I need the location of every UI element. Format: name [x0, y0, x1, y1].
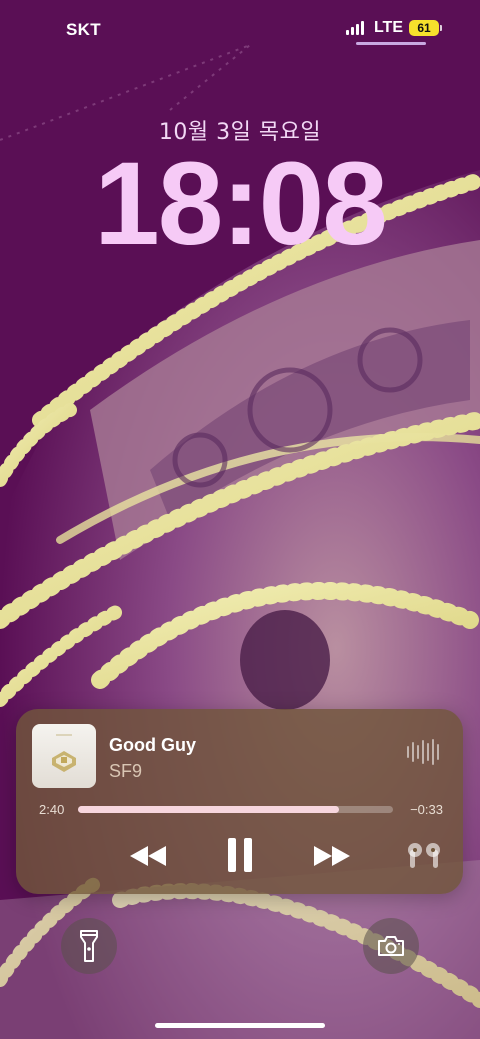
- fast-forward-icon: [314, 846, 350, 866]
- rewind-button[interactable]: [126, 841, 170, 871]
- pause-button[interactable]: [220, 835, 260, 875]
- now-playing-widget[interactable]: Good Guy SF9 2:40 −0:33: [16, 709, 463, 894]
- fast-forward-button[interactable]: [310, 841, 354, 871]
- playback-progress: [78, 806, 340, 813]
- status-bar: SKT LTE 61: [0, 0, 480, 60]
- carrier-name: SKT: [66, 20, 101, 39]
- lock-time: 18:08: [94, 138, 388, 270]
- pause-icon: [228, 838, 252, 872]
- home-indicator[interactable]: [155, 1023, 325, 1028]
- elapsed-time: 2:40: [39, 802, 65, 817]
- playback-scrubber[interactable]: [78, 806, 393, 813]
- flashlight-icon: [80, 930, 98, 962]
- remaining-time: −0:33: [410, 802, 443, 817]
- status-indicators: LTE 61: [345, 19, 442, 37]
- control-center-indicator[interactable]: [356, 42, 426, 45]
- network-type: LTE: [373, 19, 403, 36]
- signal-strength-icon: [345, 21, 364, 35]
- track-title: Good Guy: [109, 735, 196, 755]
- battery-icon: 61: [409, 20, 442, 36]
- rewind-icon: [130, 846, 166, 866]
- battery-percentage: 61: [409, 20, 439, 36]
- airplay-output-button[interactable]: [402, 839, 446, 873]
- camera-icon: [378, 936, 404, 956]
- camera-button[interactable]: [363, 918, 419, 974]
- audio-waveform-icon: [407, 739, 439, 765]
- track-artist: SF9: [109, 761, 143, 781]
- airpods-icon: [408, 843, 440, 868]
- album-artwork[interactable]: [32, 724, 96, 788]
- flashlight-button[interactable]: [61, 918, 117, 974]
